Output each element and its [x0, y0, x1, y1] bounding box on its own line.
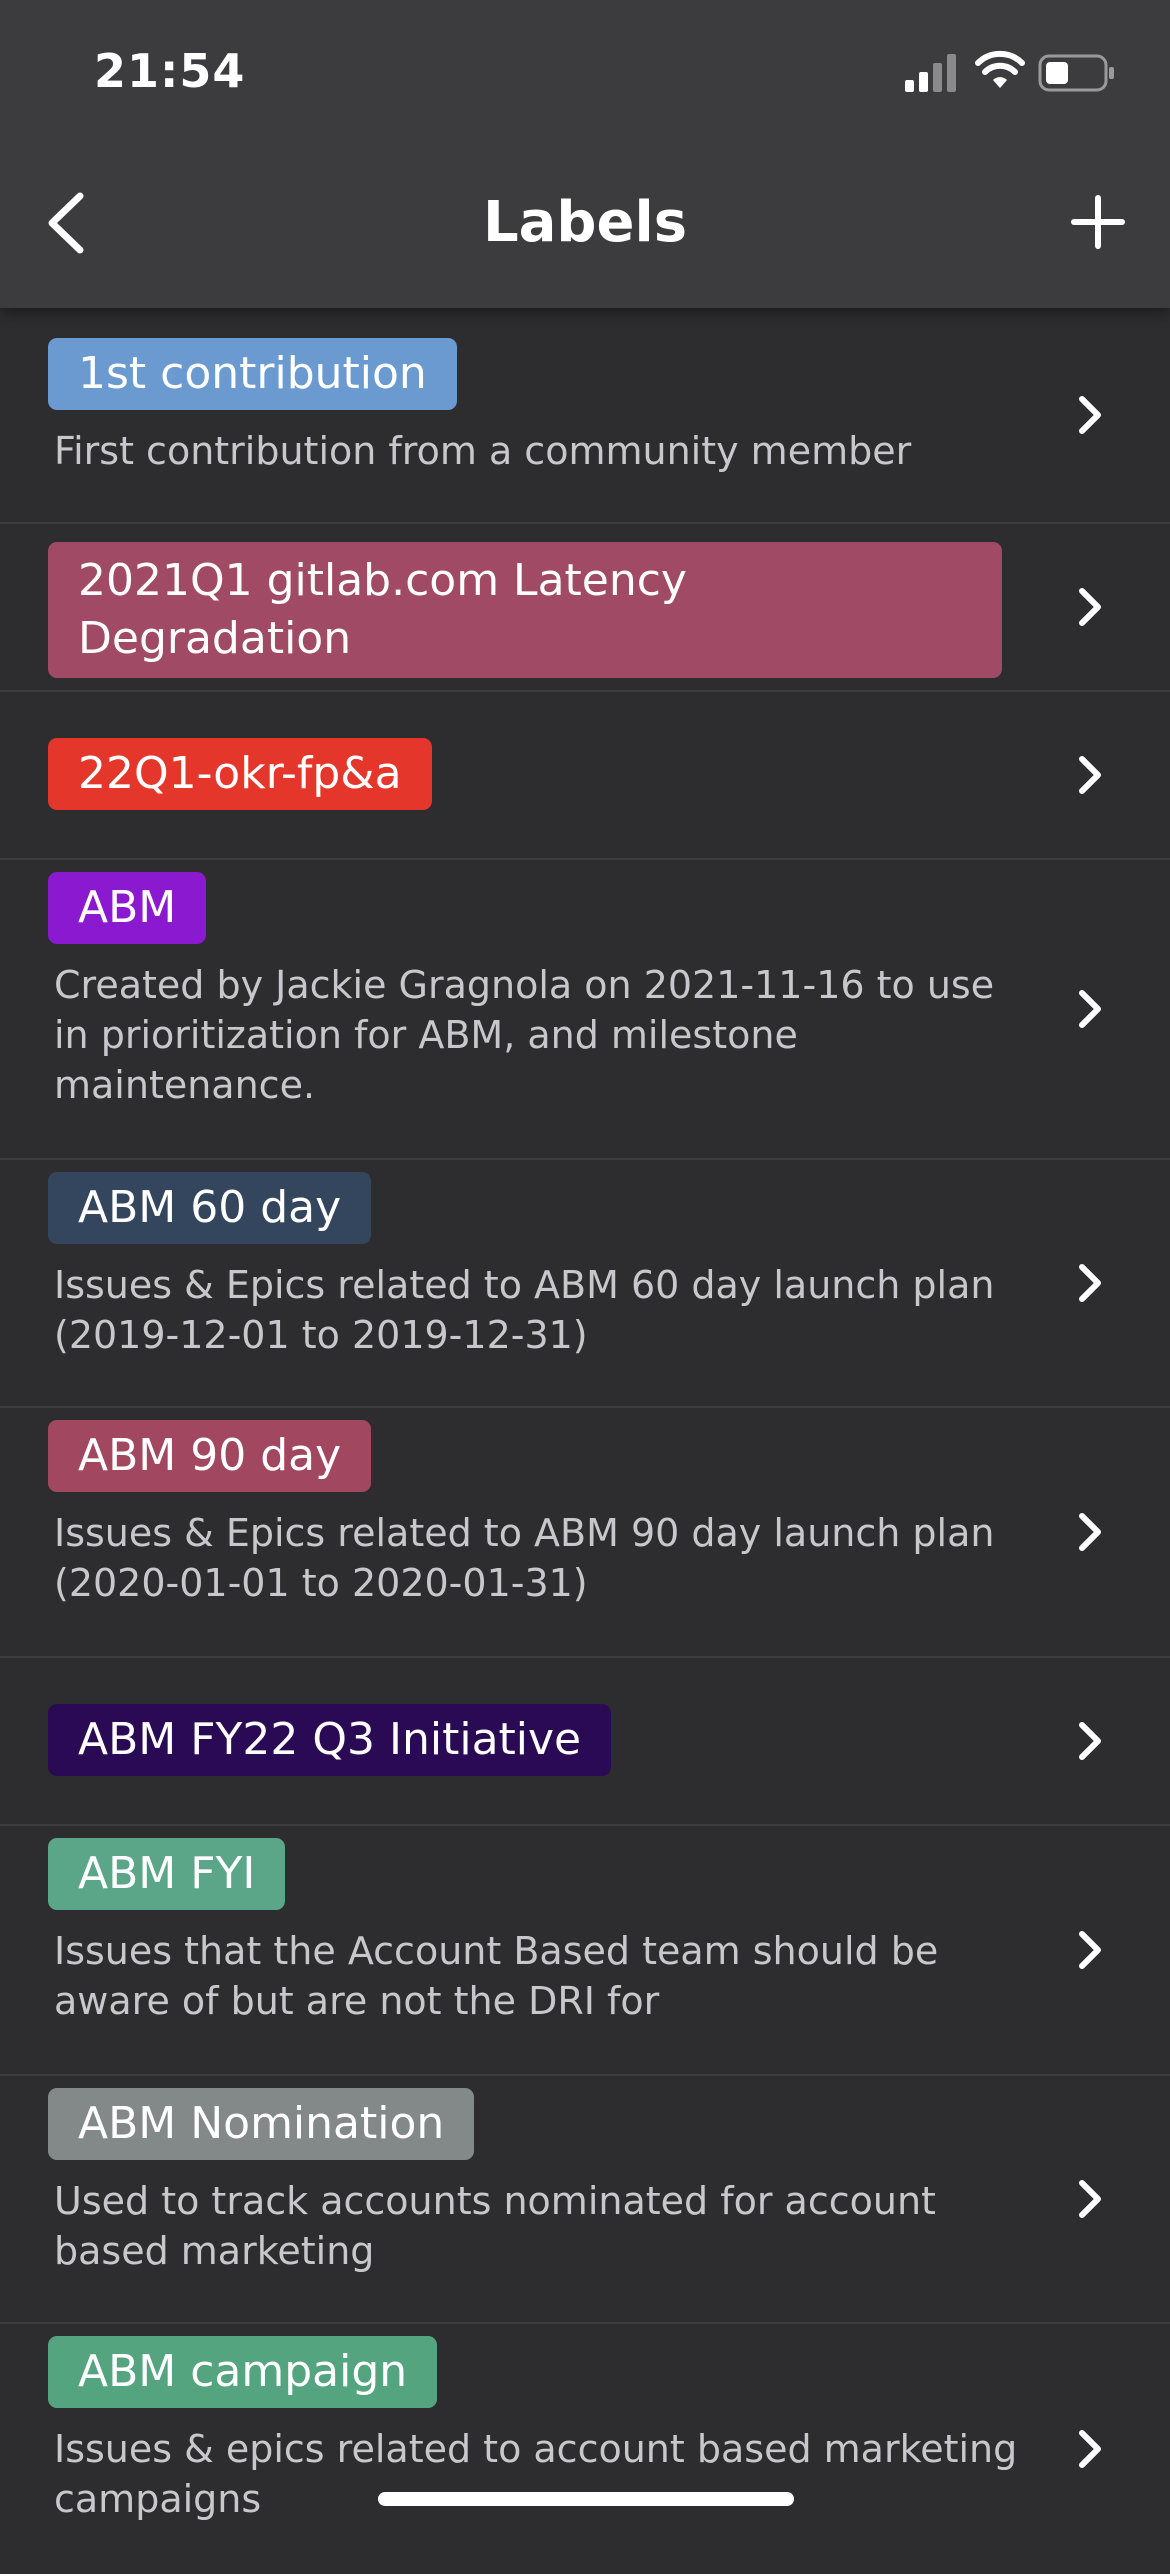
label-chip: ABM FY22 Q3 Initiative	[48, 1704, 612, 1776]
label-description: First contribution from a community memb…	[54, 429, 912, 473]
chevron-right-icon	[1079, 1722, 1101, 1760]
label-chip: ABM FYI	[48, 1838, 286, 1910]
chevron-right-icon	[1079, 1931, 1101, 1969]
label-chip: ABM 60 day	[48, 1172, 372, 1244]
wifi-icon	[975, 50, 1025, 88]
chevron-right-icon	[1079, 588, 1101, 626]
label-row[interactable]: 22Q1-okr-fp&a	[0, 692, 1170, 860]
label-description: Issues & epics related to account based …	[54, 2427, 1018, 2521]
label-row[interactable]: ABM Created by Jackie Gragnola on 2021-1…	[0, 860, 1170, 1160]
label-row[interactable]: ABM 60 day Issues & Epics related to ABM…	[0, 1160, 1170, 1408]
chevron-right-icon	[1079, 990, 1101, 1028]
label-row[interactable]: ABM Nomination Used to track accounts no…	[0, 2076, 1170, 2324]
chevron-right-icon	[1079, 1513, 1101, 1551]
chevron-right-icon	[1079, 2180, 1101, 2218]
battery-icon	[1038, 54, 1114, 92]
chevron-right-icon	[1079, 756, 1101, 794]
cellular-signal-icon	[905, 54, 956, 92]
label-chip: 1st contribution	[48, 338, 457, 410]
label-row[interactable]: 1st contribution First contribution from…	[0, 308, 1170, 524]
label-description: Issues & Epics related to ABM 60 day lau…	[54, 1263, 995, 1357]
label-description: Issues that the Account Based team shoul…	[54, 1929, 939, 2023]
label-chip: 2021Q1 gitlab.com Latency Degradation	[48, 542, 1002, 678]
label-chip: ABM campaign	[48, 2336, 438, 2408]
chevron-right-icon	[1079, 2430, 1101, 2468]
label-chip: ABM	[48, 872, 207, 944]
home-indicator[interactable]	[378, 2492, 794, 2506]
label-row[interactable]: ABM FYI Issues that the Account Based te…	[0, 1826, 1170, 2076]
chevron-right-icon	[1079, 1264, 1101, 1302]
label-row[interactable]: 2021Q1 gitlab.com Latency Degradation	[0, 524, 1170, 692]
label-chip: ABM 90 day	[48, 1420, 372, 1492]
label-row[interactable]: ABM campaign Issues & epics related to a…	[0, 2324, 1170, 2574]
label-chip: 22Q1-okr-fp&a	[48, 738, 432, 810]
label-chip: ABM Nomination	[48, 2088, 475, 2160]
label-row[interactable]: ABM FY22 Q3 Initiative	[0, 1658, 1170, 1826]
label-row[interactable]: ABM 90 day Issues & Epics related to ABM…	[0, 1408, 1170, 1658]
labels-list: 1st contribution First contribution from…	[0, 308, 1170, 2574]
label-description: Issues & Epics related to ABM 90 day lau…	[54, 1511, 995, 1605]
page-title: Labels	[482, 190, 688, 255]
label-description: Created by Jackie Gragnola on 2021-11-16…	[54, 963, 995, 1107]
add-label-button[interactable]	[1068, 192, 1128, 252]
label-description: Used to track accounts nominated for acc…	[54, 2179, 936, 2273]
navigation-header: 21:54 Labels	[0, 0, 1170, 308]
status-time: 21:54	[94, 44, 246, 98]
chevron-right-icon	[1079, 396, 1101, 434]
